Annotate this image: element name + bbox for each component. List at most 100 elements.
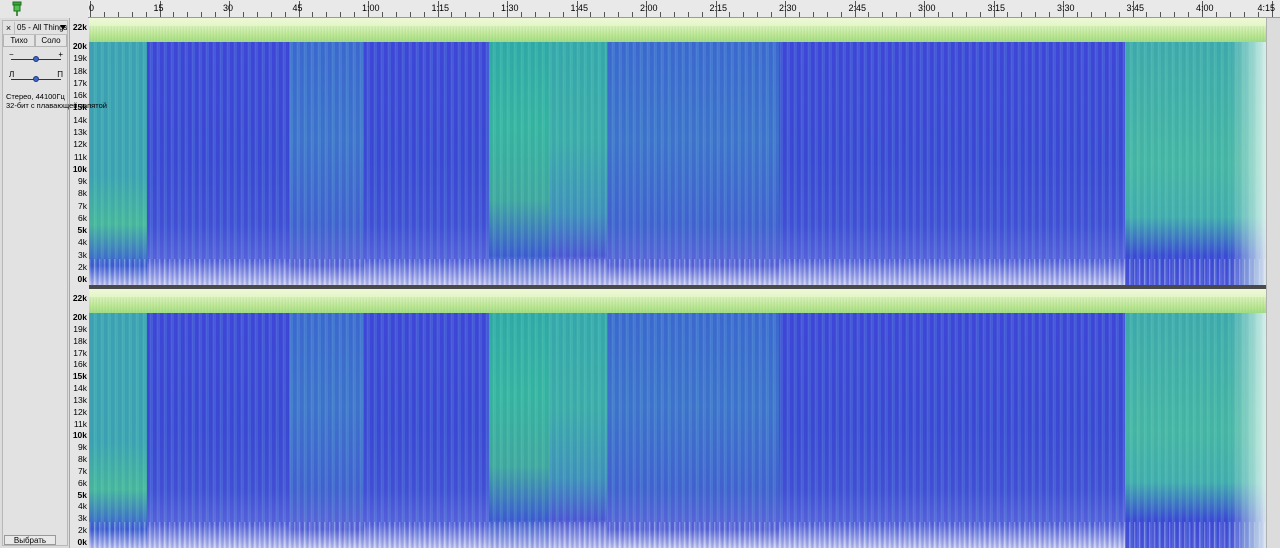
ruler-minor-tick — [687, 12, 689, 17]
ruler-minor-tick — [326, 12, 328, 17]
frequency-label: 22k — [72, 293, 87, 303]
ruler-tick-label: 3:00 — [918, 3, 936, 13]
ruler-minor-tick — [910, 12, 912, 17]
gain-slider[interactable]: − + — [7, 50, 65, 65]
ruler-minor-tick — [201, 12, 203, 17]
spectrogram-high-band — [89, 18, 1266, 44]
ruler-minor-tick — [1021, 12, 1023, 17]
ruler-minor-tick — [1160, 12, 1162, 17]
spectrogram-high-band — [89, 289, 1266, 315]
gain-plus-label: + — [58, 50, 63, 59]
ruler-minor-tick — [965, 12, 967, 17]
frequency-label: 20k — [72, 312, 87, 322]
ruler-minor-tick — [312, 12, 314, 17]
spectrogram-streaks — [89, 313, 1266, 548]
frequency-label: 8k — [78, 454, 87, 464]
ruler-minor-tick — [145, 12, 147, 17]
ruler-minor-tick — [270, 12, 272, 17]
ruler-minor-tick — [1146, 12, 1148, 17]
frequency-label: 6k — [78, 477, 87, 488]
ruler-minor-tick — [117, 12, 119, 17]
ruler-minor-tick — [882, 12, 884, 17]
gain-slider-thumb[interactable] — [33, 56, 39, 62]
ruler-minor-tick — [479, 12, 481, 17]
spectrogram-streaks — [89, 42, 1266, 285]
ruler-minor-tick — [632, 12, 634, 17]
frequency-label: 9k — [78, 176, 87, 187]
ruler-tick-label: 4:00 — [1196, 3, 1214, 13]
ruler-minor-tick — [562, 12, 564, 17]
ruler-minor-tick — [673, 12, 675, 17]
ruler-minor-tick — [826, 12, 828, 17]
ruler-minor-tick — [729, 12, 731, 17]
mute-button[interactable]: Тихо — [3, 35, 35, 47]
ruler-minor-tick — [979, 12, 981, 17]
frequency-label: 3k — [78, 249, 87, 260]
track-format-rate: Стерео, 44100Гц — [6, 92, 65, 101]
ruler-minor-tick — [951, 12, 953, 17]
ruler-tick-label: 2:30 — [779, 3, 797, 13]
frequency-label: 11k — [73, 151, 87, 162]
select-track-button[interactable]: Выбрать — [4, 535, 56, 545]
ruler-minor-tick — [187, 12, 189, 17]
ruler-tick-label: 30 — [223, 3, 234, 13]
frequency-label: 5k — [77, 489, 87, 500]
ruler-minor-tick — [381, 12, 383, 17]
frequency-label: 2k — [78, 262, 87, 272]
pan-left-label: Л — [9, 70, 15, 79]
ruler-tick-label: 3:45 — [1126, 3, 1145, 13]
ruler-minor-tick — [868, 12, 870, 17]
ruler-minor-tick — [493, 12, 495, 17]
pin-icon[interactable] — [9, 1, 25, 17]
ruler-minor-tick — [1007, 12, 1009, 17]
dropdown-arrow-icon — [60, 24, 66, 30]
ruler-tick-label: 1:45 — [570, 3, 589, 13]
ruler-minor-tick — [1104, 12, 1106, 17]
pan-right-label: П — [57, 70, 63, 79]
ruler-minor-tick — [798, 12, 800, 17]
frequency-label: 14k — [73, 114, 87, 125]
ruler-tick-label: 0 — [89, 3, 95, 13]
frequency-label: 7k — [78, 465, 87, 476]
pan-slider[interactable]: Л П — [7, 70, 65, 85]
solo-button[interactable]: Соло — [35, 35, 67, 47]
ruler-minor-tick — [423, 12, 425, 17]
spectrogram-channel-right[interactable] — [89, 289, 1266, 548]
ruler-minor-tick — [465, 12, 467, 17]
ruler-minor-tick — [896, 12, 898, 17]
ruler-minor-tick — [604, 12, 606, 17]
track-control-panel: × 05 - All Things Тихо Соло − + Л П Стер… — [0, 18, 107, 548]
frequency-label: 15k — [72, 371, 87, 382]
ruler-minor-tick — [1188, 12, 1190, 17]
frequency-label: 8k — [78, 188, 87, 199]
frequency-scale-top: 22k 20k 19k 18k 17k 16k 15k 14k 13k 12k 11k 10k 9k 8k… — [70, 18, 89, 285]
track-right-margin — [1266, 18, 1280, 548]
spectrogram-channel-left[interactable] — [89, 18, 1266, 285]
ruler-minor-tick — [409, 12, 411, 17]
timeline-ruler[interactable]: 0 15 30 45 1:00 1:15 1:30 1:45 2:00 2:15 2:30 2:45 3… — [88, 0, 1280, 18]
pan-slider-thumb[interactable] — [33, 76, 39, 82]
track-name-menu-button[interactable]: 05 - All Things — [15, 22, 67, 34]
frequency-label: 2k — [78, 525, 87, 535]
frequency-label: 13k — [73, 126, 87, 137]
frequency-label: 5k — [77, 225, 87, 236]
ruler-minor-tick — [1076, 12, 1078, 17]
ruler-tick-label: 3:30 — [1057, 3, 1075, 13]
ruler-minor-tick — [1215, 12, 1217, 17]
frequency-label: 22k — [72, 22, 87, 32]
ruler-minor-tick — [618, 12, 620, 17]
ruler-minor-tick — [103, 12, 105, 17]
ruler-minor-tick — [173, 12, 175, 17]
spectrogram-fade-out — [1230, 42, 1266, 285]
ruler-tick-label: 3:15 — [987, 3, 1006, 13]
ruler-minor-tick — [1174, 12, 1176, 17]
ruler-minor-tick — [757, 12, 759, 17]
frequency-label: 10k — [72, 163, 87, 174]
frequency-label: 9k — [78, 442, 87, 453]
track-title-bar: × 05 - All Things — [3, 21, 67, 35]
close-track-button[interactable]: × — [3, 21, 15, 34]
ruler-tick-label: 45 — [292, 3, 303, 13]
frequency-label: 4k — [78, 501, 87, 512]
frequency-label: 12k — [73, 139, 87, 150]
ruler-minor-tick — [1035, 12, 1037, 17]
